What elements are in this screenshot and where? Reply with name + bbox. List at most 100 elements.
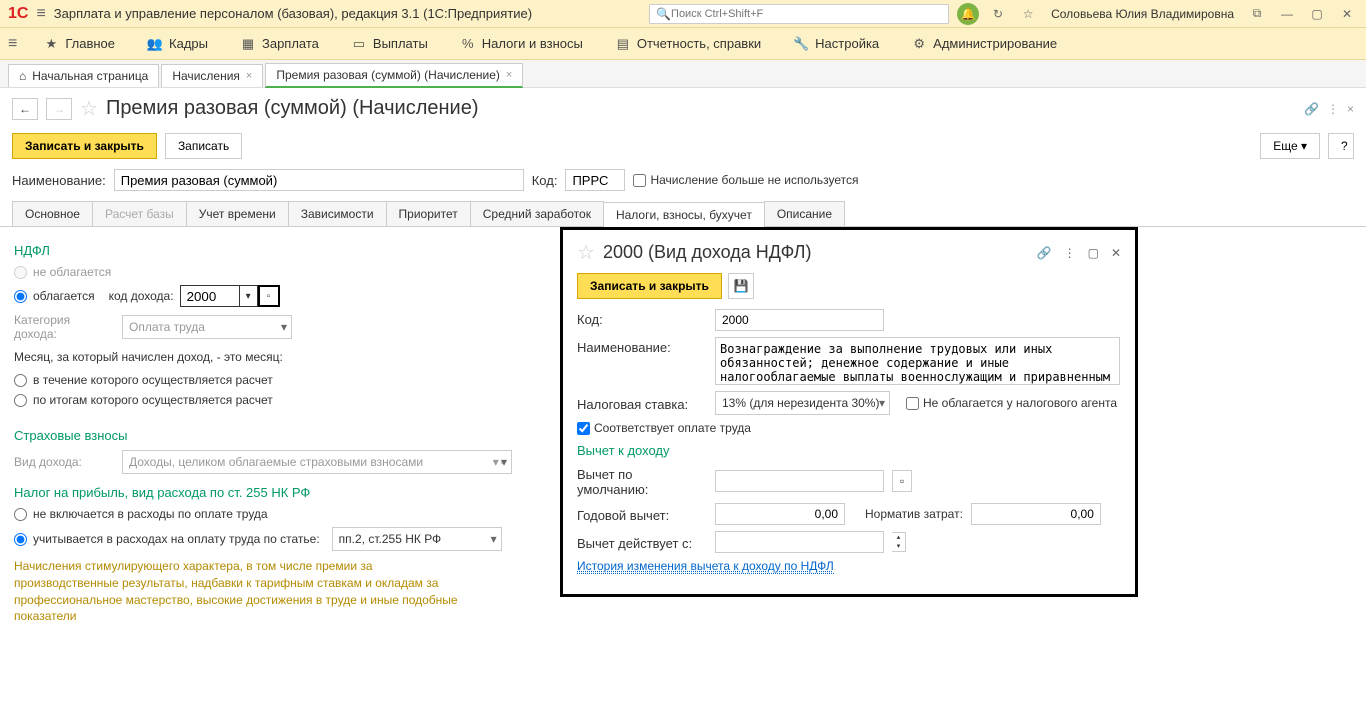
popup-rate-label: Налоговая ставка:: [577, 394, 707, 412]
chevron-up-icon[interactable]: ▴: [892, 533, 905, 542]
search-box[interactable]: 🔍: [649, 4, 949, 24]
radio-excluded[interactable]: [14, 508, 27, 521]
percent-icon: %: [460, 36, 476, 52]
close-app-icon[interactable]: ✕: [1336, 3, 1358, 25]
corresponds-checkbox[interactable]: Соответствует оплате труда: [577, 421, 751, 435]
norm-input[interactable]: [971, 503, 1101, 525]
search-input[interactable]: [671, 8, 942, 20]
history-icon[interactable]: ↻: [987, 3, 1009, 25]
article-select[interactable]: пп.2, ст.255 НК РФ: [332, 527, 502, 551]
star-filled-icon: ★: [43, 36, 59, 52]
default-ded-label: Вычет по умолчанию:: [577, 464, 707, 497]
bell-icon[interactable]: 🔔: [957, 3, 979, 25]
open-ded-icon[interactable]: ▫: [892, 470, 912, 492]
menu-taxes[interactable]: %Налоги и взносы: [454, 32, 589, 56]
subtab-avg[interactable]: Средний заработок: [470, 201, 604, 226]
subtab-time[interactable]: Учет времени: [186, 201, 289, 226]
popup-more-icon[interactable]: ⋮: [1064, 246, 1076, 260]
effective-input[interactable]: [715, 531, 884, 553]
ndfl-title: НДФЛ: [14, 243, 544, 258]
category-label: Категория дохода:: [14, 313, 114, 341]
subtab-base[interactable]: Расчет базы: [92, 201, 187, 226]
popup-maximize-icon[interactable]: ▢: [1088, 246, 1099, 260]
radio-during[interactable]: [14, 374, 27, 387]
annual-ded-input[interactable]: [715, 503, 845, 525]
minimize-icon[interactable]: —: [1276, 3, 1298, 25]
month-label: Месяц, за который начислен доход, - это …: [14, 344, 544, 370]
popup-save-icon[interactable]: 💾: [728, 273, 754, 299]
tab-current[interactable]: Премия разовая (суммой) (Начисление)×: [265, 63, 523, 88]
deduction-title: Вычет к доходу: [577, 443, 1121, 458]
subtab-taxes[interactable]: Налоги, взносы, бухучет: [603, 202, 765, 227]
back-button[interactable]: ←: [12, 98, 38, 120]
income-type-select[interactable]: Доходы, целиком облагаемые страховыми вз…: [122, 450, 512, 474]
code-label: Код:: [532, 173, 558, 188]
gear-icon: ⚙: [911, 36, 927, 52]
income-code-input[interactable]: [180, 285, 240, 307]
radio-taxed[interactable]: [14, 290, 27, 303]
spinner[interactable]: ▴▾: [892, 532, 906, 552]
dropdown-icon[interactable]: ▾: [240, 285, 258, 307]
income-code-label: код дохода:: [109, 289, 174, 303]
subtab-desc[interactable]: Описание: [764, 201, 845, 226]
save-close-button[interactable]: Записать и закрыть: [12, 133, 157, 159]
link-icon[interactable]: 🔗: [1304, 102, 1319, 116]
app-title: Зарплата и управление персоналом (базова…: [54, 6, 532, 21]
help-button[interactable]: ?: [1328, 133, 1354, 159]
tab-charges[interactable]: Начисления×: [161, 64, 263, 87]
close-icon[interactable]: ×: [246, 70, 252, 82]
calc-icon: ▦: [240, 36, 256, 52]
menu-salary[interactable]: ▦Зарплата: [234, 32, 325, 56]
name-input[interactable]: [114, 169, 524, 191]
favorite-icon[interactable]: ☆: [80, 96, 98, 121]
more-button[interactable]: Еще ▾: [1260, 133, 1320, 159]
popup-star-icon[interactable]: ☆: [577, 240, 595, 265]
popup-rate-select[interactable]: 13% (для нерезидента 30%): [715, 391, 890, 415]
logo-1c: 1С: [8, 5, 28, 23]
forward-button[interactable]: →: [46, 98, 72, 120]
history-link[interactable]: История изменения вычета к доходу по НДФ…: [577, 559, 834, 574]
annual-ded-label: Годовой вычет:: [577, 505, 707, 523]
effective-label: Вычет действует с:: [577, 533, 707, 551]
subtab-deps[interactable]: Зависимости: [288, 201, 387, 226]
norm-label: Норматив затрат:: [865, 507, 963, 521]
radio-after[interactable]: [14, 394, 27, 407]
not-used-checkbox[interactable]: Начисление больше не используется: [633, 173, 858, 187]
popup-name-textarea[interactable]: Вознаграждение за выполнение трудовых ил…: [715, 337, 1120, 385]
star-icon[interactable]: ☆: [1017, 3, 1039, 25]
close-page-icon[interactable]: ×: [1347, 102, 1354, 116]
tab-start[interactable]: ⌂Начальная страница: [8, 64, 159, 87]
search-icon: 🔍: [656, 7, 671, 21]
category-select[interactable]: Оплата труда: [122, 315, 292, 339]
subtab-priority[interactable]: Приоритет: [386, 201, 471, 226]
popup-close-icon[interactable]: ✕: [1111, 246, 1121, 260]
save-button[interactable]: Записать: [165, 133, 242, 159]
open-lookup-icon[interactable]: ▫: [258, 285, 280, 307]
profit-note: Начисления стимулирующего характера, в т…: [14, 554, 474, 629]
menu-settings[interactable]: 🔧Настройка: [787, 32, 885, 56]
more-icon[interactable]: ⋮: [1327, 102, 1339, 116]
popup-name-label: Наименование:: [577, 337, 707, 355]
sections-icon[interactable]: ≡: [8, 35, 17, 53]
not-taxed-agent-checkbox[interactable]: Не облагается у налогового агента: [906, 396, 1117, 410]
popup-save-close-button[interactable]: Записать и закрыть: [577, 273, 722, 299]
menu-payments[interactable]: ▭Выплаты: [345, 32, 434, 56]
popup-window: ☆ 2000 (Вид дохода НДФЛ) 🔗 ⋮ ▢ ✕ Записат…: [560, 227, 1138, 597]
default-ded-input[interactable]: [715, 470, 884, 492]
menu-icon[interactable]: ≡: [36, 5, 45, 23]
close-icon[interactable]: ×: [506, 69, 512, 81]
menu-admin[interactable]: ⚙Администрирование: [905, 32, 1063, 56]
chevron-down-icon[interactable]: ▾: [892, 542, 905, 551]
popup-link-icon[interactable]: 🔗: [1037, 246, 1052, 260]
maximize-icon[interactable]: ▢: [1306, 3, 1328, 25]
menu-main[interactable]: ★Главное: [37, 32, 121, 56]
radio-included[interactable]: [14, 533, 27, 546]
menu-hr[interactable]: 👥Кадры: [141, 32, 214, 56]
popup-code-input[interactable]: [715, 309, 884, 331]
wrench-icon: 🔧: [793, 36, 809, 52]
subtab-main[interactable]: Основное: [12, 201, 93, 226]
income-type-label: Вид дохода:: [14, 455, 114, 469]
menu-reports[interactable]: ▤Отчетность, справки: [609, 32, 767, 56]
filter-icon[interactable]: ⧉: [1246, 3, 1268, 25]
code-input[interactable]: [565, 169, 625, 191]
